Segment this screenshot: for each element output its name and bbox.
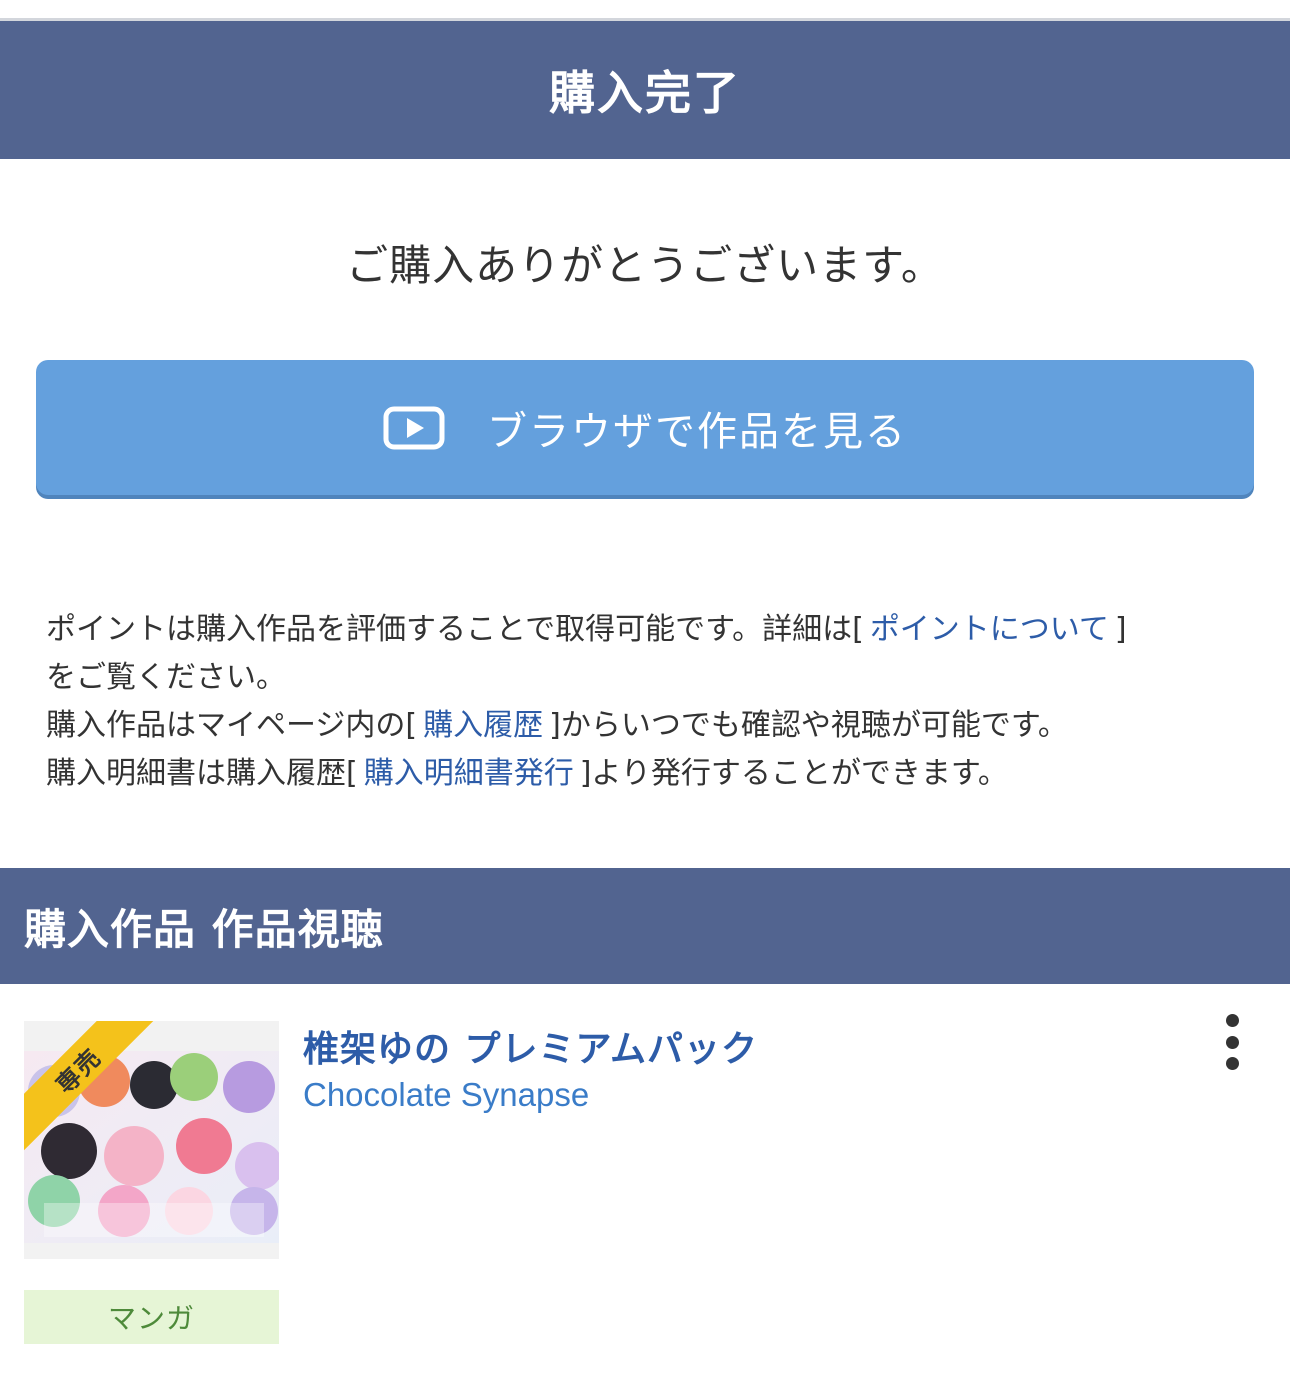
info-line-points: ポイントは購入作品を評価することで取得可能です。詳細は[ポイントについて]	[46, 606, 1256, 654]
category-badge: マンガ	[24, 1290, 279, 1344]
purchase-history-link[interactable]: 購入履歴	[417, 708, 549, 743]
view-in-browser-button[interactable]: ブラウザで作品を見る	[36, 360, 1254, 495]
info-line-see: をご覧ください。	[46, 660, 286, 695]
info-text: ]	[1114, 612, 1127, 647]
item-title-link[interactable]: 椎架ゆの プレミアムパック	[303, 1020, 758, 1072]
purchase-info: ポイントは購入作品を評価することで取得可能です。詳細は[ポイントについて] をご…	[46, 606, 1256, 798]
info-line-history: 購入作品はマイページ内の[購入履歴]からいつでも確認や視聴が可能です。	[46, 702, 1256, 750]
thumbnail-artwork	[24, 1051, 279, 1243]
play-icon	[383, 406, 445, 450]
kebab-dot	[1225, 1057, 1239, 1070]
info-text: ]より発行することができます。	[579, 756, 1008, 791]
kebab-menu-icon[interactable]	[1212, 1014, 1252, 1070]
kebab-dot	[1225, 1035, 1239, 1049]
points-about-link[interactable]: ポイントについて	[864, 612, 1115, 647]
section-header: 購入作品 作品視聴	[0, 868, 1290, 984]
purchased-item: 専売 マンガ 椎架ゆの プレミアムパック Chocolate Synapse	[0, 984, 1290, 1376]
kebab-dot	[1225, 1014, 1239, 1027]
info-text: 購入明細書は購入履歴[	[46, 756, 358, 791]
item-thumbnail[interactable]: 専売	[24, 1021, 279, 1259]
info-text: ポイントは購入作品を評価することで取得可能です。詳細は[	[46, 612, 864, 647]
view-in-browser-label: ブラウザで作品を見る	[487, 408, 907, 455]
thanks-message: ご購入ありがとうございます。	[346, 241, 944, 290]
info-line-receipt: 購入明細書は購入履歴[購入明細書発行]より発行することができます。	[46, 750, 1256, 798]
section-title: 購入作品 作品視聴	[24, 904, 384, 954]
info-text: ]からいつでも確認や視聴が可能です。	[549, 708, 1068, 743]
page-title: 購入完了	[549, 66, 741, 120]
receipt-issue-link[interactable]: 購入明細書発行	[358, 756, 580, 791]
info-text: 購入作品はマイページ内の[	[46, 708, 418, 743]
header-bar: 購入完了	[0, 21, 1290, 159]
circle-name-link[interactable]: Chocolate Synapse	[303, 1076, 589, 1114]
